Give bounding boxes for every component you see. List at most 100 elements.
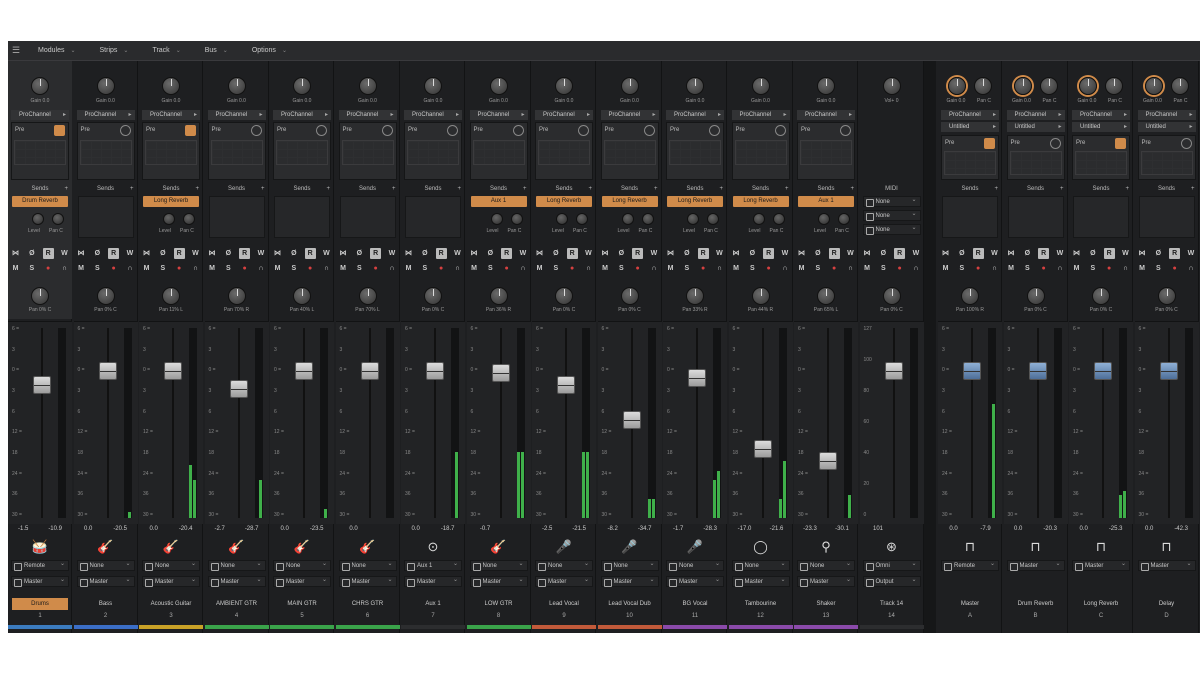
untitled-preset[interactable]: Untitled: [1006, 122, 1065, 132]
phase-icon[interactable]: ⋈: [207, 248, 218, 259]
input-monitor-icon[interactable]: ∩: [714, 263, 725, 274]
power-icon[interactable]: [250, 125, 262, 136]
gain-knob[interactable]: [358, 77, 377, 95]
record-arm-icon[interactable]: ●: [763, 263, 774, 274]
gain-knob[interactable]: [1013, 77, 1032, 95]
phase-icon[interactable]: ⋈: [1071, 248, 1082, 259]
mute-button[interactable]: M: [731, 263, 742, 274]
record-arm-icon[interactable]: ●: [305, 263, 316, 274]
menu-modules[interactable]: Modules ⌄: [38, 47, 76, 54]
output-select[interactable]: Master: [1006, 559, 1065, 571]
prochannel-button[interactable]: ProChannel: [600, 110, 659, 120]
pan-knob[interactable]: [620, 287, 639, 305]
midi-row-B[interactable]: None: [862, 209, 921, 221]
input-monitor-icon[interactable]: ∩: [910, 263, 921, 274]
track-name[interactable]: Aux 1: [405, 598, 461, 610]
write-automation-button[interactable]: W: [124, 248, 135, 259]
volume-fader[interactable]: [295, 362, 313, 381]
volume-fader[interactable]: [98, 362, 117, 381]
record-arm-icon[interactable]: ●: [1169, 263, 1180, 274]
write-automation-button[interactable]: W: [59, 248, 70, 259]
read-automation-button[interactable]: R: [632, 248, 644, 259]
send-pan-knob[interactable]: [772, 213, 785, 225]
volume-fader[interactable]: [1094, 362, 1112, 381]
untitled-preset[interactable]: Untitled: [1072, 122, 1130, 132]
eq-module[interactable]: Pre: [1137, 135, 1196, 180]
input-select[interactable]: None: [731, 559, 790, 571]
add-send-icon[interactable]: +: [130, 184, 134, 194]
send-slot[interactable]: Aux 1: [470, 196, 527, 207]
record-arm-icon[interactable]: ●: [698, 263, 709, 274]
pan-knob-top[interactable]: [1170, 77, 1189, 95]
pan-knob[interactable]: [96, 287, 115, 305]
mute-button[interactable]: M: [469, 263, 480, 274]
output-select[interactable]: Master: [535, 575, 593, 587]
track-name[interactable]: Drums: [12, 598, 68, 610]
volume-fader[interactable]: [963, 362, 981, 381]
track-name[interactable]: BG Vocal: [667, 598, 723, 610]
menu-strips[interactable]: Strips ⌄: [100, 47, 129, 54]
pan-knob[interactable]: [424, 287, 442, 305]
track-name[interactable]: Drum Reverb: [1008, 598, 1064, 610]
eq-module[interactable]: Pre: [338, 122, 397, 180]
solo-button[interactable]: S: [223, 263, 234, 274]
solo-button[interactable]: S: [878, 263, 889, 274]
record-arm-icon[interactable]: ●: [632, 263, 643, 274]
input-select[interactable]: None: [666, 559, 724, 571]
output-select[interactable]: Master: [469, 575, 528, 587]
add-send-icon[interactable]: +: [654, 184, 658, 194]
solo-button[interactable]: S: [616, 263, 627, 274]
mute-button[interactable]: M: [141, 263, 152, 274]
write-automation-button[interactable]: W: [583, 248, 594, 259]
phase-icon[interactable]: ⋈: [665, 248, 676, 259]
output-select[interactable]: Master: [207, 575, 266, 587]
pan-knob[interactable]: [1092, 287, 1110, 305]
power-icon[interactable]: [709, 125, 720, 136]
input-monitor-icon[interactable]: ∩: [59, 263, 70, 274]
gain-knob[interactable]: [424, 77, 442, 95]
send-pan-knob[interactable]: [52, 213, 64, 225]
prochannel-button[interactable]: ProChannel: [1072, 110, 1130, 120]
record-arm-icon[interactable]: ●: [370, 263, 381, 274]
untitled-preset[interactable]: Untitled: [1137, 122, 1196, 132]
mute-button[interactable]: M: [862, 263, 873, 274]
add-send-icon[interactable]: +: [64, 184, 68, 194]
track-name[interactable]: CHRS GTR: [340, 598, 396, 610]
add-send-icon[interactable]: +: [326, 184, 330, 194]
prochannel-button[interactable]: ProChannel: [941, 110, 999, 120]
track-name[interactable]: LOW GTR: [471, 598, 527, 610]
mute-button[interactable]: M: [796, 263, 807, 274]
add-send-icon[interactable]: +: [719, 184, 723, 194]
volume-fader[interactable]: [557, 376, 575, 395]
phase-icon[interactable]: ⋈: [338, 248, 349, 259]
output-select[interactable]: Master: [11, 575, 69, 587]
eq-module[interactable]: Pre: [273, 122, 331, 180]
input-select[interactable]: None: [600, 559, 659, 571]
output-select[interactable]: Master: [1137, 559, 1196, 571]
read-automation-button[interactable]: R: [972, 248, 984, 259]
gain-knob[interactable]: [751, 77, 770, 95]
volume-fader[interactable]: [360, 362, 379, 381]
send-level-knob[interactable]: [621, 213, 634, 225]
eq-module[interactable]: Pre: [11, 122, 69, 180]
send-level-knob[interactable]: [752, 213, 765, 225]
input-monitor-icon[interactable]: ∩: [452, 263, 463, 274]
pan-knob[interactable]: [1026, 287, 1045, 305]
invert-icon[interactable]: Ø: [812, 248, 823, 259]
add-send-icon[interactable]: +: [785, 184, 789, 194]
send-slot[interactable]: Long Reverb: [667, 196, 723, 207]
power-icon[interactable]: [840, 125, 851, 136]
track-name[interactable]: Lead Vocal: [536, 598, 592, 610]
record-arm-icon[interactable]: ●: [973, 263, 984, 274]
track-name[interactable]: Track 14: [864, 598, 920, 610]
record-arm-icon[interactable]: ●: [1104, 263, 1115, 274]
phase-icon[interactable]: ⋈: [469, 248, 480, 259]
track-name[interactable]: Bass: [78, 598, 134, 610]
add-send-icon[interactable]: +: [850, 184, 854, 194]
phase-icon[interactable]: ⋈: [272, 248, 283, 259]
midi-row-C[interactable]: None: [862, 195, 921, 207]
pan-knob[interactable]: [162, 287, 180, 305]
invert-icon[interactable]: Ø: [223, 248, 234, 259]
add-send-icon[interactable]: +: [1125, 184, 1129, 194]
prochannel-button[interactable]: ProChannel: [1137, 110, 1196, 120]
